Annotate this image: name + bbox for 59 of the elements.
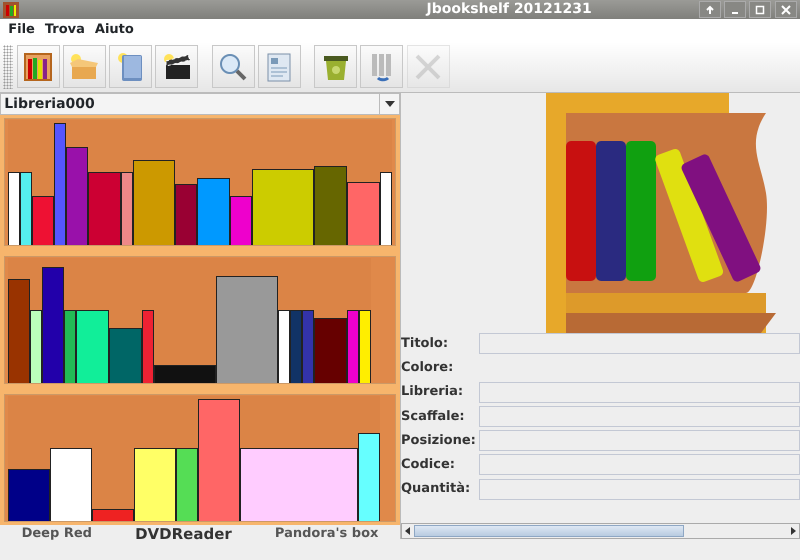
horizontal-scrollbar[interactable] [401, 523, 800, 539]
book[interactable] [278, 310, 290, 383]
scrollbar-thumb[interactable] [414, 525, 684, 537]
bookshelf-button[interactable] [16, 45, 60, 88]
trash-bin-button[interactable] [314, 45, 357, 88]
book[interactable] [76, 310, 110, 383]
input-field[interactable] [479, 406, 800, 427]
minimize-icon [732, 12, 738, 14]
library-dropdown[interactable]: Libreria000 [0, 93, 400, 115]
book[interactable] [121, 172, 134, 245]
minimize-button[interactable] [724, 1, 746, 18]
up-arrow-button[interactable] [698, 1, 721, 18]
book[interactable] [154, 364, 216, 383]
menu-item[interactable]: File [3, 20, 40, 40]
book[interactable] [142, 310, 154, 383]
book[interactable] [8, 172, 20, 245]
menu-item[interactable]: Aiuto [90, 20, 139, 40]
book[interactable] [359, 310, 372, 383]
up-arrow-icon [704, 4, 715, 14]
maximize-button[interactable] [749, 1, 772, 18]
input-field[interactable] [479, 382, 800, 402]
field-label: Titolo: [401, 334, 450, 353]
input-field[interactable] [479, 333, 800, 354]
app-icon [3, 2, 20, 18]
book[interactable] [64, 310, 76, 383]
status-text: Pandora's box [274, 525, 378, 544]
book[interactable] [30, 310, 42, 383]
window-title: Jbookshelf 20121231 [424, 0, 592, 19]
input-field[interactable] [479, 454, 800, 476]
input-field[interactable] [479, 478, 800, 500]
menu-item[interactable]: Trova [40, 20, 90, 40]
book[interactable] [380, 172, 392, 245]
dropdown-arrow-icon [384, 101, 394, 107]
book[interactable] [134, 448, 176, 521]
field-label: Libreria: [401, 383, 464, 402]
status-text: DVDReader [135, 524, 232, 545]
field-label: Quantità: [401, 480, 472, 498]
book[interactable] [252, 169, 314, 245]
field-label: Posizione: [401, 432, 477, 450]
book[interactable] [176, 448, 198, 521]
search-button[interactable] [212, 45, 254, 88]
book[interactable] [50, 448, 92, 521]
book[interactable] [358, 433, 380, 521]
bookshelf-icon [22, 50, 54, 82]
toolbar-grip[interactable] [3, 44, 14, 88]
field-label: Codice: [401, 456, 456, 474]
input-field[interactable] [479, 430, 800, 451]
document-button[interactable] [258, 45, 301, 88]
book[interactable] [20, 172, 32, 245]
book[interactable] [92, 508, 134, 521]
clapperboard-button[interactable] [155, 45, 198, 88]
field-label: Scaffale: [401, 408, 466, 426]
status-text: Deep Red [22, 525, 92, 544]
field-label: Colore: [401, 359, 454, 377]
close-icon [780, 4, 791, 14]
close-button[interactable] [774, 1, 797, 18]
book[interactable] [133, 160, 176, 245]
book[interactable] [240, 448, 358, 521]
maximize-icon [755, 4, 766, 14]
